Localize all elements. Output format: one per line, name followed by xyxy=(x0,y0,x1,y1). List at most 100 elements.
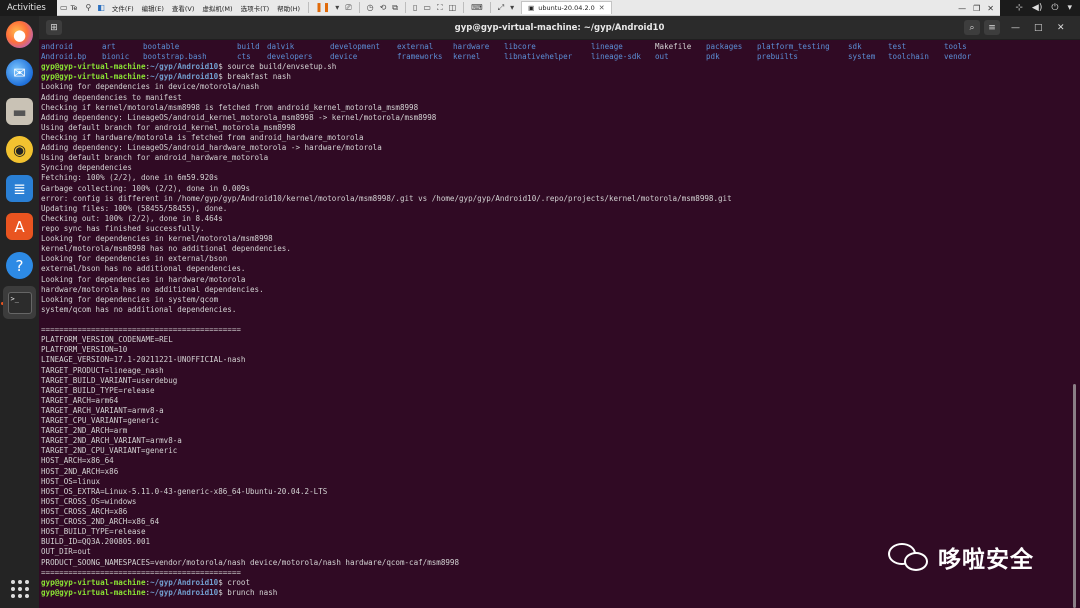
ls-directory: packages xyxy=(706,42,743,51)
output-line: external/bson has no additional dependen… xyxy=(41,264,246,274)
pin-icon[interactable]: ⚲ xyxy=(85,3,91,12)
vm-tab-label: ubuntu-20.04.2.0 xyxy=(538,4,595,12)
output-line: Looking for dependencies in hardware/mot… xyxy=(41,274,246,284)
thunderbird-icon[interactable]: ✉ xyxy=(6,59,33,86)
prompt-path: ~/gyp/Android10 xyxy=(150,577,219,587)
ls-directory: test xyxy=(888,42,907,51)
power-icon[interactable]: ⏻ xyxy=(1051,3,1058,13)
ls-directory: hardware xyxy=(453,42,490,51)
ls-directory: out xyxy=(655,52,669,62)
window-controls: — ❐ ✕ xyxy=(958,0,1000,16)
menu-icon[interactable]: ≡ xyxy=(984,20,1000,35)
close-icon[interactable]: ✕ xyxy=(1057,23,1065,33)
menu-view[interactable]: 查看(V) xyxy=(172,3,195,13)
maximize-icon[interactable]: □ xyxy=(1034,23,1043,33)
stretch-icon[interactable]: ⤢ xyxy=(498,3,504,13)
vmware-toolbar: ▭ Te ⚲ ◧ 文件(F) 编辑(E) 查看(V) 虚拟机(M) 选项卡(T)… xyxy=(57,0,1000,16)
volume-icon[interactable]: ◀) xyxy=(1032,3,1042,13)
console-view-icon[interactable]: ▭ xyxy=(423,3,431,12)
unity-icon[interactable]: ◫ xyxy=(449,3,457,12)
ls-directory: external xyxy=(397,42,434,51)
output-line: Checking if kernel/motorola/msm8998 is f… xyxy=(41,102,419,112)
ls-output-row: android art bootable build dalvik development… xyxy=(41,42,1071,52)
output-line: TARGET_ARCH=arm64 xyxy=(41,395,119,405)
ubuntu-software-icon[interactable]: A xyxy=(6,213,33,240)
revert-snapshot-icon[interactable]: ⟲ xyxy=(380,3,387,12)
search-icon[interactable]: ⌕ xyxy=(964,20,980,35)
firefox-icon[interactable]: ● xyxy=(6,21,33,48)
ls-directory: toolchain xyxy=(888,52,929,62)
activities-button[interactable]: Activities xyxy=(0,3,56,13)
output-line: PLATFORM_VERSION=10 xyxy=(41,345,128,355)
ls-directory: development xyxy=(330,42,380,51)
output-line: Looking for dependencies in system/qcom xyxy=(41,294,219,304)
watermark-text: 哆啦安全 xyxy=(938,547,1034,573)
pause-icon[interactable]: ❚❚ xyxy=(315,3,330,13)
output-line: Adding dependencies to manifest xyxy=(41,92,182,102)
ls-directory: system xyxy=(848,52,876,62)
command-text: $ croot xyxy=(218,577,251,587)
snapshot-icon[interactable]: ◷ xyxy=(367,3,374,12)
vmware-logo-icon: ◧ xyxy=(97,3,105,12)
send-keys-icon[interactable]: ⎚ xyxy=(345,3,351,13)
fullscreen-icon[interactable]: ⛶ xyxy=(437,3,443,13)
rhythmbox-icon[interactable]: ◉ xyxy=(6,136,33,163)
ls-output-row: Android.bp bionic bootstrap.bash cts develop… xyxy=(41,52,1071,62)
minimize-icon[interactable]: — xyxy=(1011,23,1020,33)
prompt-user: gyp@gyp-virtual-machine xyxy=(41,587,146,597)
output-line: HOST_ARCH=x86_64 xyxy=(41,456,114,466)
output-line: TARGET_CPU_VARIANT=generic xyxy=(41,416,160,426)
output-line: LINEAGE_VERSION=17.1-20211221-UNOFFICIAL… xyxy=(41,355,246,365)
output-line: PLATFORM_VERSION_CODENAME=REL xyxy=(41,335,173,345)
sidebar-toggle-icon[interactable]: ▯ xyxy=(413,3,417,12)
chevron-down-icon[interactable]: ▾ xyxy=(1067,3,1072,13)
close-icon[interactable]: ✕ xyxy=(599,4,605,12)
terminal-tab-icon[interactable]: ▭ xyxy=(60,3,68,12)
terminal-icon[interactable]: ⌨ xyxy=(471,3,483,12)
output-line: HOST_BUILD_TYPE=release xyxy=(41,527,146,537)
command-text: $ source build/envsetup.sh xyxy=(218,62,337,72)
ls-directory: art xyxy=(102,42,116,51)
stretch-dropdown-icon[interactable]: ▾ xyxy=(510,3,514,12)
menu-edit[interactable]: 编辑(E) xyxy=(142,3,164,13)
menu-help[interactable]: 帮助(H) xyxy=(277,3,300,13)
vm-tab-ubuntu[interactable]: ▣ ubuntu-20.04.2.0 ✕ xyxy=(521,1,612,14)
libreoffice-writer-icon[interactable]: ≣ xyxy=(6,175,33,202)
ls-directory: libnativehelper xyxy=(504,52,573,62)
prompt-path: ~/gyp/Android10 xyxy=(150,587,219,597)
show-applications-icon[interactable] xyxy=(11,580,29,598)
menu-tabs[interactable]: 选项卡(T) xyxy=(241,3,270,13)
output-line: TARGET_2ND_ARCH=arm xyxy=(41,426,128,436)
close-window-icon[interactable]: ✕ xyxy=(987,4,994,13)
ls-directory: bootstrap.bash xyxy=(143,52,207,62)
output-line: Adding dependency: LineageOS/android_ker… xyxy=(41,112,437,122)
dropdown-icon[interactable]: ▾ xyxy=(335,3,339,12)
ls-directory: prebuilts xyxy=(757,52,798,62)
network-icon[interactable]: ⊹ xyxy=(1015,3,1023,13)
output-line: Checking if hardware/motorola is fetched… xyxy=(41,132,364,142)
terminal-app-icon[interactable]: >_ xyxy=(3,286,36,319)
menu-vm[interactable]: 虚拟机(M) xyxy=(202,3,232,13)
terminal-output[interactable]: android art bootable build dalvik development… xyxy=(41,42,1071,598)
manage-snapshots-icon[interactable]: ⧉ xyxy=(392,3,398,13)
minimize-icon[interactable]: — xyxy=(958,4,966,13)
output-line: Fetching: 100% (2/2), done in 6m59.920s xyxy=(41,173,219,183)
output-line: Looking for dependencies in kernel/motor… xyxy=(41,234,273,244)
menu-file[interactable]: 文件(F) xyxy=(112,3,134,13)
output-line: HOST_OS=linux xyxy=(41,476,101,486)
help-icon[interactable]: ? xyxy=(6,252,33,279)
output-line: repo sync has finished successfully. xyxy=(41,223,205,233)
output-line: Using default branch for android_hardwar… xyxy=(41,153,269,163)
files-icon[interactable]: ▬ xyxy=(6,98,33,125)
ls-directory: libcore xyxy=(504,42,536,51)
scrollbar[interactable] xyxy=(1073,384,1076,608)
output-line: system/qcom has no additional dependenci… xyxy=(41,304,237,314)
partial-tab-label[interactable]: Te xyxy=(71,4,78,12)
ls-directory: frameworks xyxy=(397,52,443,62)
restore-icon[interactable]: ❐ xyxy=(973,4,980,13)
output-line: TARGET_BUILD_VARIANT=userdebug xyxy=(41,375,178,385)
prompt-line: gyp@gyp-virtual-machine:~/gyp/Android10$… xyxy=(41,578,1071,588)
terminal-window[interactable]: android art bootable build dalvik development… xyxy=(39,40,1080,608)
system-tray[interactable]: ⊹ ◀) ⏻ ▾ xyxy=(1015,0,1072,16)
ls-directory: vendor xyxy=(944,52,972,62)
